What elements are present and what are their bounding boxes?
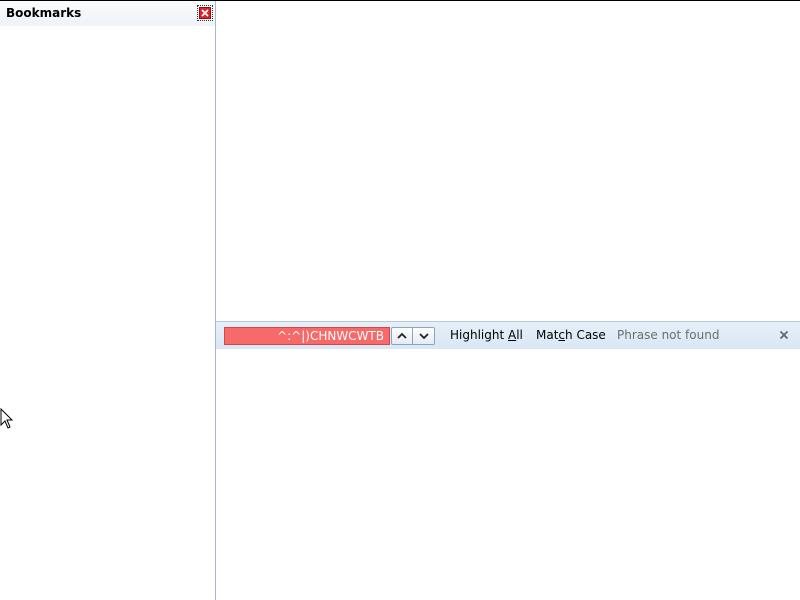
close-icon bbox=[779, 329, 789, 343]
find-next-button[interactable] bbox=[413, 327, 435, 345]
chevron-up-icon bbox=[397, 329, 407, 343]
find-status-text: Phrase not found bbox=[617, 328, 720, 342]
close-icon bbox=[199, 7, 211, 19]
sidebar-title: Bookmarks bbox=[6, 6, 82, 20]
sidebar-close-button[interactable] bbox=[197, 5, 213, 21]
page-content[interactable] bbox=[216, 1, 800, 321]
find-bar-close-button[interactable] bbox=[776, 328, 792, 344]
find-input[interactable]: ^:^|)CHNWCWTB bbox=[224, 327, 390, 345]
highlight-all-label-rest: ll bbox=[516, 328, 523, 342]
highlight-all-label: Highlight bbox=[450, 328, 508, 342]
match-case-label: Mat bbox=[536, 328, 559, 342]
find-bar: ^:^|)CHNWCWTB Highlight All Match Case P… bbox=[216, 321, 800, 349]
highlight-all-button[interactable]: Highlight All bbox=[450, 328, 523, 342]
chevron-down-icon bbox=[418, 329, 429, 343]
highlight-all-accesskey: A bbox=[508, 328, 517, 342]
find-previous-button[interactable] bbox=[391, 327, 413, 345]
match-case-button[interactable]: Match Case bbox=[536, 328, 606, 342]
sidebar-header: Bookmarks bbox=[0, 1, 215, 26]
mouse-pointer-icon bbox=[0, 407, 14, 430]
match-case-label-rest: h Case bbox=[565, 328, 606, 342]
window: Bookmarks ^:^|)CHNWCWTB Highlight All Ma… bbox=[0, 0, 800, 600]
bookmarks-sidebar: Bookmarks bbox=[0, 1, 216, 600]
page-content-lower[interactable] bbox=[216, 349, 800, 600]
